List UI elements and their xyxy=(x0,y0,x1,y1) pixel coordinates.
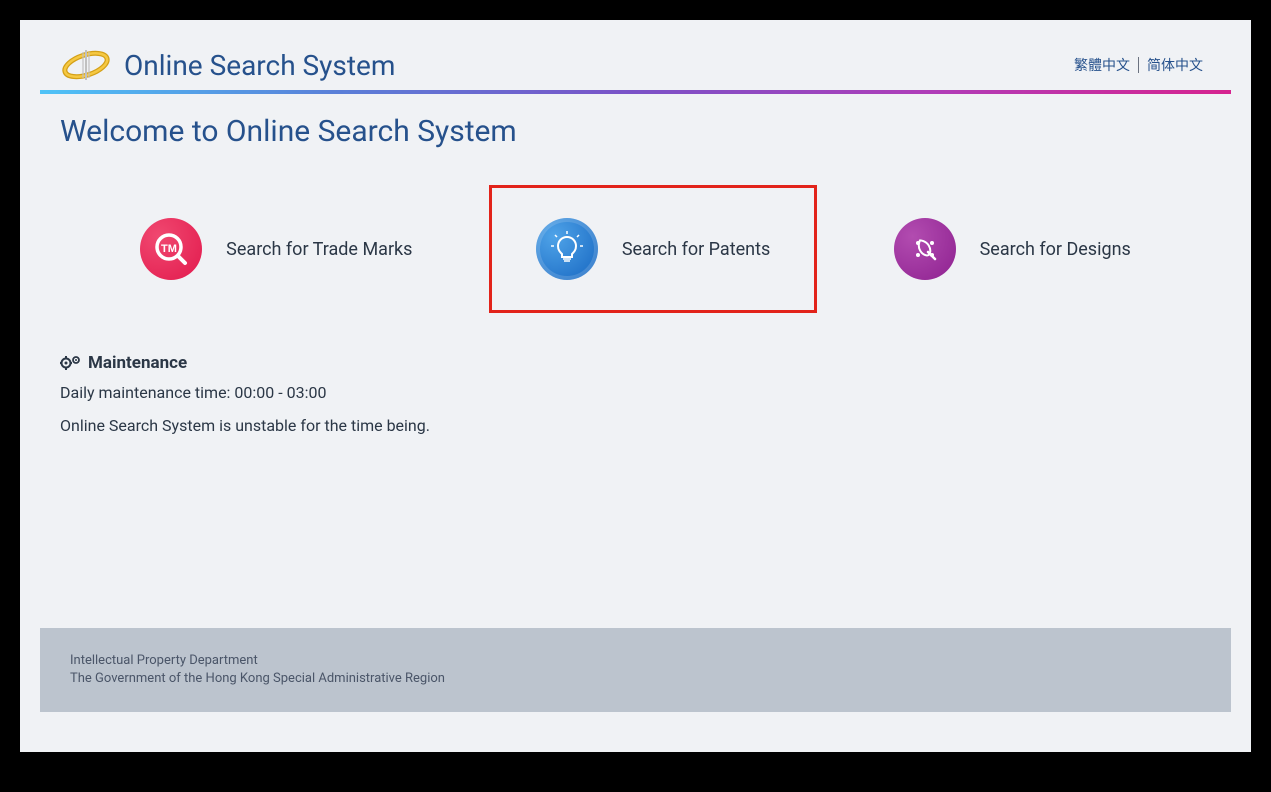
logo-icon xyxy=(60,46,112,84)
site-title: Online Search System xyxy=(124,49,395,82)
footer: Intellectual Property Department The Gov… xyxy=(40,628,1231,712)
maintenance-section: Maintenance Daily maintenance time: 00:0… xyxy=(60,353,1211,435)
maintenance-schedule: Daily maintenance time: 00:00 - 03:00 xyxy=(60,383,1211,402)
footer-dept: Intellectual Property Department xyxy=(70,652,1201,670)
footer-gov: The Government of the Hong Kong Special … xyxy=(70,670,1201,688)
trademark-icon: TM xyxy=(140,218,202,280)
patent-label: Search for Patents xyxy=(622,239,770,260)
search-designs-card[interactable]: Search for Designs xyxy=(850,188,1175,310)
gears-icon xyxy=(60,355,80,371)
lang-simplified-link[interactable]: 简体中文 xyxy=(1139,55,1211,75)
lang-traditional-link[interactable]: 繁體中文 xyxy=(1066,55,1138,75)
welcome-title: Welcome to Online Search System xyxy=(60,114,1211,149)
trademark-label: Search for Trade Marks xyxy=(226,239,412,260)
design-label: Search for Designs xyxy=(980,239,1131,260)
header: Online Search System 繁體中文 简体中文 xyxy=(20,20,1251,90)
search-patents-card[interactable]: Search for Patents xyxy=(489,185,817,313)
main-content: Welcome to Online Search System TM Searc… xyxy=(20,94,1251,455)
header-left: Online Search System xyxy=(60,46,395,84)
maintenance-header: Maintenance xyxy=(60,353,1211,373)
search-cards-row: TM Search for Trade Marks xyxy=(60,185,1211,313)
patent-icon xyxy=(536,218,598,280)
search-trademarks-card[interactable]: TM Search for Trade Marks xyxy=(96,188,456,310)
svg-text:TM: TM xyxy=(161,243,177,255)
language-switcher: 繁體中文 简体中文 xyxy=(1066,55,1211,75)
design-icon xyxy=(894,218,956,280)
page-frame: Online Search System 繁體中文 简体中文 Welcome t… xyxy=(20,20,1251,752)
maintenance-notice: Online Search System is unstable for the… xyxy=(60,416,1211,435)
maintenance-title: Maintenance xyxy=(88,353,187,373)
